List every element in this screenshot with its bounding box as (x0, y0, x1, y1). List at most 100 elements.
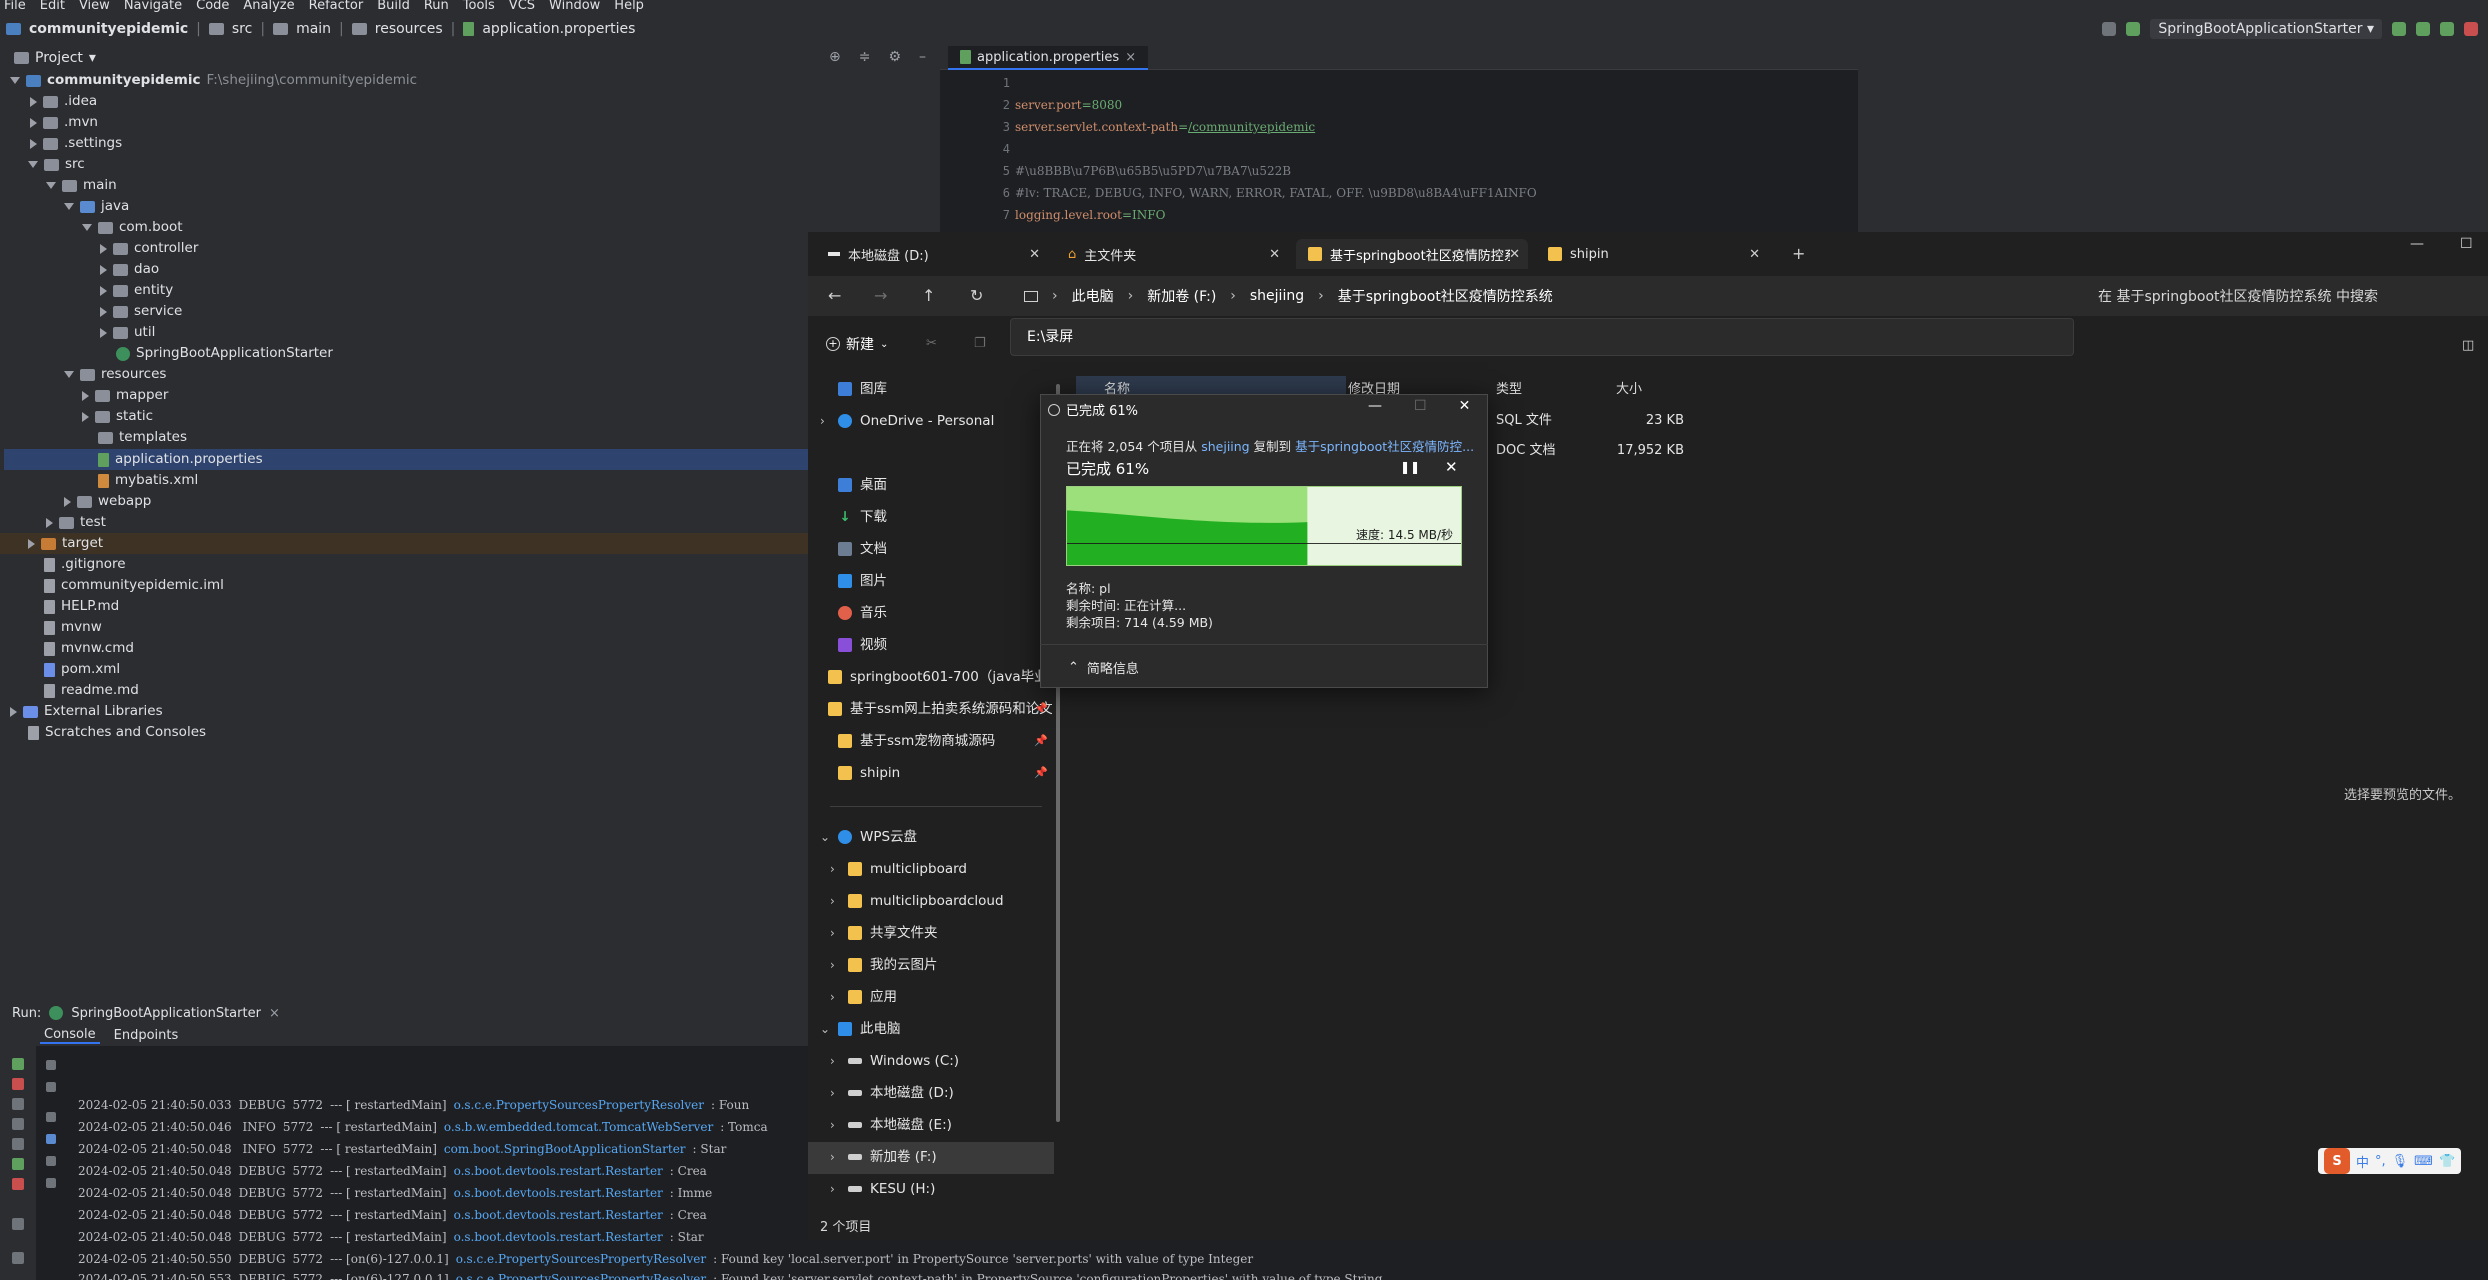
chevron-right-icon[interactable]: › (830, 1142, 840, 1172)
explorer-tab-d-drive[interactable]: 本地磁盘 (D:) ✕ (816, 239, 1048, 269)
nav-item-wps-folder[interactable]: › multiclipboard (830, 854, 1050, 884)
chevron-right-icon[interactable]: › (830, 918, 840, 948)
chevron-right-icon[interactable]: › (830, 1046, 840, 1076)
tree-item-mvnw-cmd[interactable]: mvnw.cmd (44, 638, 134, 659)
copy-destination-link[interactable]: 基于springboot社区疫情防控... (1295, 439, 1474, 454)
nav-pinned-item[interactable]: 基于ssm网上拍卖系统源码和论文 📌 (820, 694, 1052, 724)
print-icon[interactable] (46, 1156, 56, 1166)
cancel-copy-icon[interactable]: ✕ (1445, 458, 1458, 476)
collapse-all-icon[interactable]: ≑ (859, 49, 871, 65)
tree-item-com-boot[interactable]: com.boot (82, 217, 183, 238)
tree-item-external-libraries[interactable]: External Libraries (10, 701, 163, 722)
pause-icon[interactable] (12, 1098, 24, 1110)
chevron-down-icon[interactable]: ⌄ (820, 822, 830, 852)
pin-icon[interactable] (12, 1252, 24, 1264)
project-panel-title[interactable]: Project (35, 50, 83, 66)
nav-item-music[interactable]: 音乐 (820, 598, 1050, 628)
close-icon[interactable]: ✕ (1269, 247, 1280, 262)
keyboard-icon[interactable]: ⌨ (2414, 1154, 2433, 1169)
tree-item-util[interactable]: util (100, 322, 155, 343)
nav-item-wps-folder[interactable]: › multiclipboardcloud (830, 886, 1050, 916)
explorer-search-input[interactable]: 在 基于springboot社区疫情防控系统 中搜索 (2086, 282, 2488, 310)
maximize-icon[interactable]: ☐ (2460, 236, 2473, 252)
gear-icon[interactable]: ⚙ (888, 49, 901, 65)
tree-item-scratches[interactable]: Scratches and Consoles (28, 722, 206, 743)
tree-item-mapper[interactable]: mapper (82, 385, 168, 406)
menu-item-tools[interactable]: Tools (463, 0, 495, 14)
tree-item-main[interactable]: main (46, 175, 117, 196)
breadcrumb-item-src[interactable]: src (232, 21, 252, 37)
microphone-icon[interactable]: 🎙 (2392, 1154, 2409, 1169)
locate-icon[interactable]: ⊕ (829, 49, 841, 65)
stop-icon[interactable] (2464, 22, 2478, 36)
nav-item-drive-selected[interactable]: › 新加卷 (F:) (830, 1142, 1050, 1172)
forward-arrow-icon[interactable]: → (874, 286, 887, 305)
file-row-type[interactable]: DOC 文档 (1496, 438, 1555, 464)
nav-item-drive[interactable]: › 本地磁盘 (D:) (830, 1078, 1050, 1108)
chevron-right-icon[interactable]: › (830, 1174, 840, 1204)
breadcrumb-item-file[interactable]: application.properties (482, 21, 635, 37)
camera-icon[interactable] (12, 1138, 24, 1150)
close-icon[interactable]: ✕ (1029, 247, 1040, 262)
minimize-icon[interactable]: – (919, 49, 926, 65)
pause-icon[interactable]: ❚❚ (1400, 460, 1420, 474)
copy-source-link[interactable]: shejiing (1201, 439, 1249, 454)
expand-arrow-icon[interactable] (64, 371, 74, 378)
up-icon[interactable] (46, 1060, 56, 1070)
debug-icon[interactable] (2416, 22, 2430, 36)
nav-pinned-item[interactable]: springboot601-700（java毕业设 (820, 662, 1052, 692)
tree-item-service[interactable]: service (100, 301, 182, 322)
tree-item-idea[interactable]: .idea (30, 91, 97, 112)
down-icon[interactable] (46, 1082, 56, 1092)
tree-item-mvnw[interactable]: mvnw (44, 617, 102, 638)
chevron-down-icon[interactable]: ⌄ (820, 1014, 830, 1044)
chevron-right-icon[interactable]: › (830, 982, 840, 1012)
expand-arrow-icon[interactable] (10, 77, 20, 84)
chevron-right-icon[interactable]: › (830, 886, 840, 916)
maximize-icon[interactable]: ☐ (1414, 398, 1427, 414)
breadcrumb-item-project[interactable]: communityepidemic (29, 21, 188, 37)
tree-item-templates[interactable]: templates (98, 427, 187, 448)
menu-item-view[interactable]: View (79, 0, 110, 14)
spring-icon[interactable] (12, 1158, 24, 1170)
expand-arrow-icon[interactable] (82, 411, 89, 422)
menu-item-refactor[interactable]: Refactor (309, 0, 364, 14)
nav-pinned-item[interactable]: 基于ssm宠物商城源码 📌 (820, 726, 1052, 756)
tree-item-webapp[interactable]: webapp (64, 491, 151, 512)
nav-item-wps-folder[interactable]: › 我的云图片 (830, 950, 1050, 980)
wrap-icon[interactable] (46, 1112, 56, 1122)
pin-icon[interactable]: 📌 (1034, 726, 1048, 756)
column-header-size[interactable]: 大小 (1616, 378, 1642, 397)
expand-arrow-icon[interactable] (100, 306, 107, 317)
build-hammer-icon[interactable] (2126, 22, 2141, 36)
tree-item-settings[interactable]: .settings (30, 133, 122, 154)
close-icon[interactable]: ✕ (1509, 247, 1520, 262)
rerun-icon[interactable] (12, 1058, 24, 1070)
layout-icon[interactable] (2102, 22, 2117, 36)
address-crumb[interactable]: shejiing (1250, 288, 1304, 304)
nav-item-downloads[interactable]: ↓ 下载 (820, 502, 1050, 532)
ime-punct[interactable]: °, (2375, 1154, 2386, 1169)
tree-item-dao[interactable]: dao (100, 259, 159, 280)
address-crumb[interactable]: 新加卷 (F:) (1147, 286, 1216, 306)
expand-arrow-icon[interactable] (82, 390, 89, 401)
scroll-end-icon[interactable] (46, 1134, 56, 1144)
tree-item-pom-xml[interactable]: pom.xml (44, 659, 120, 680)
copy-icon[interactable]: ❐ (974, 336, 986, 351)
expand-arrow-icon[interactable] (10, 706, 17, 717)
nav-item-documents[interactable]: 文档 (820, 534, 1050, 564)
tree-root[interactable]: communityepidemic F:\shejiing\communitye… (10, 70, 417, 91)
nav-item-gallery[interactable]: 图库 (820, 374, 1050, 404)
chevron-right-icon[interactable]: › (830, 854, 840, 884)
breadcrumb-item-resources[interactable]: resources (375, 21, 443, 37)
tree-item-application-properties[interactable]: application.properties (98, 449, 263, 470)
nav-item-wps-folder[interactable]: › 共享文件夹 (830, 918, 1050, 948)
nav-item-drive[interactable]: › Windows (C:) (830, 1046, 1050, 1076)
cut-icon[interactable]: ✂ (926, 336, 937, 351)
restore-icon[interactable] (12, 1118, 24, 1130)
tree-item-mybatis-xml[interactable]: mybatis.xml (98, 470, 198, 491)
tree-item-static[interactable]: static (82, 406, 153, 427)
tree-item-src[interactable]: src (28, 154, 85, 175)
breadcrumb-item-main[interactable]: main (296, 21, 331, 37)
close-icon[interactable]: × (269, 1006, 280, 1021)
